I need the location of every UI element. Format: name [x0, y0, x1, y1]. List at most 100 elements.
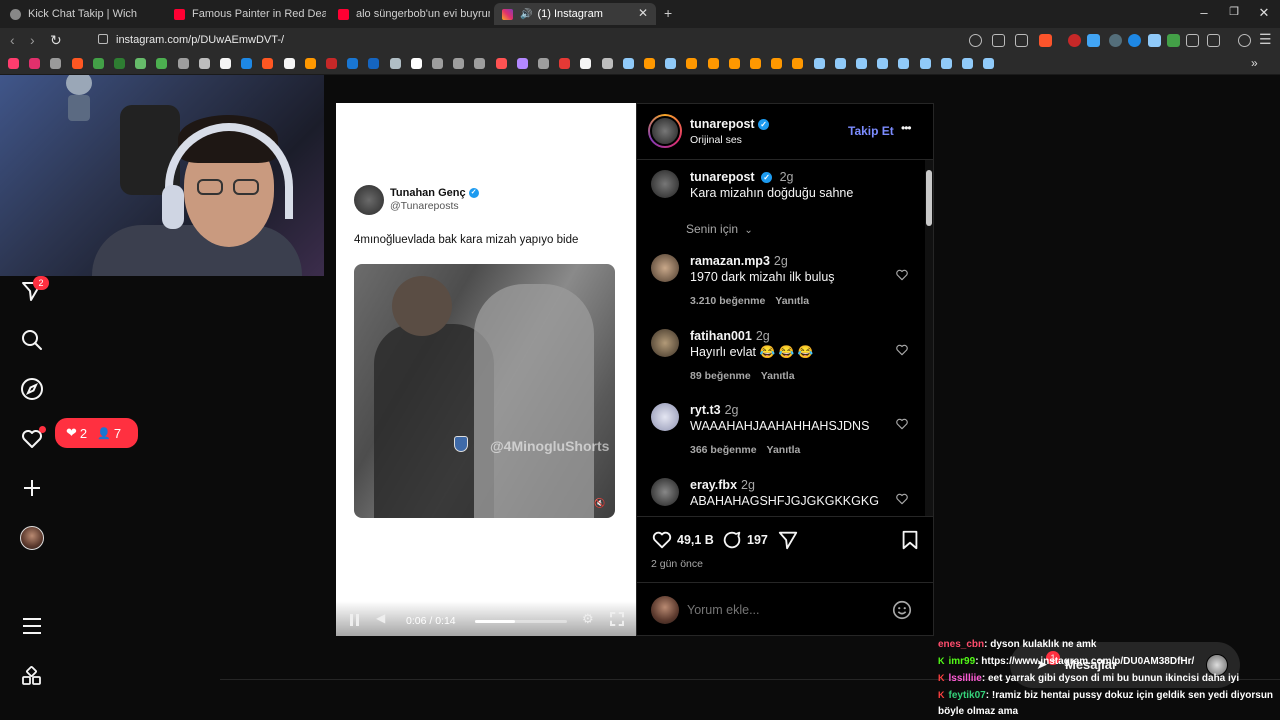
- minimize-button[interactable]: –: [1194, 5, 1214, 20]
- bookmark-favicon-icon[interactable]: [686, 58, 698, 69]
- scrollbar-thumb[interactable]: [926, 170, 932, 226]
- bookmark-favicon-icon[interactable]: [771, 58, 783, 69]
- site-info-icon[interactable]: [98, 34, 108, 44]
- comment-avatar[interactable]: [651, 478, 679, 506]
- menu-icon[interactable]: ☰: [1259, 31, 1272, 48]
- story-ring[interactable]: [648, 114, 682, 148]
- more-options-icon[interactable]: •••: [901, 121, 912, 135]
- bookmark-favicon-icon[interactable]: [707, 58, 719, 69]
- like-heart-icon[interactable]: [651, 529, 673, 551]
- reply-button[interactable]: Yanıtla: [767, 444, 801, 456]
- bookmark-favicon-icon[interactable]: [347, 58, 359, 69]
- search-icon[interactable]: [20, 328, 44, 352]
- extension-icon[interactable]: [1167, 34, 1180, 47]
- tab-famous-painter[interactable]: Famous Painter in Red Dead Redemp: [166, 3, 326, 25]
- audio-label[interactable]: Orijinal ses: [690, 134, 742, 146]
- zoom-icon[interactable]: [969, 34, 982, 47]
- more-bookmarks-icon[interactable]: »: [1251, 56, 1262, 70]
- bookmark-favicon-icon[interactable]: [728, 58, 740, 69]
- bookmark-favicon-icon[interactable]: [177, 58, 189, 69]
- extension-icon[interactable]: [1087, 34, 1100, 47]
- notification-bubble[interactable]: ❤ 2 👤 7: [55, 418, 138, 448]
- mute-icon[interactable]: 🔇: [594, 498, 605, 509]
- reload-icon[interactable]: ↻: [50, 32, 62, 49]
- save-bookmark-icon[interactable]: [899, 529, 921, 551]
- reply-button[interactable]: Yanıtla: [761, 370, 795, 382]
- url-field[interactable]: instagram.com/p/DUwAEmwDVT-/: [116, 34, 284, 46]
- bookmark-favicon-icon[interactable]: [856, 58, 867, 69]
- bookmark-favicon-icon[interactable]: [432, 58, 443, 69]
- comment-icon[interactable]: [721, 529, 743, 551]
- create-plus-icon[interactable]: [20, 476, 44, 500]
- extension-icon[interactable]: [1148, 34, 1161, 47]
- bookmark-favicon-icon[interactable]: [983, 58, 995, 69]
- bookmark-favicon-icon[interactable]: [92, 58, 104, 69]
- bookmark-favicon-icon[interactable]: [283, 58, 295, 69]
- reply-button[interactable]: Yanıtla: [775, 295, 809, 307]
- bookmark-favicon-icon[interactable]: [326, 58, 337, 69]
- bookmark-favicon-icon[interactable]: [962, 58, 973, 69]
- like-comment-heart-icon[interactable]: [895, 492, 909, 506]
- extension-icon[interactable]: [1068, 34, 1081, 47]
- media-icon[interactable]: [1238, 34, 1251, 47]
- comment-likes[interactable]: 89 beğenme: [690, 370, 751, 382]
- bookmark-favicon-icon[interactable]: [220, 58, 231, 69]
- back-icon[interactable]: ‹: [10, 32, 15, 48]
- bookmark-favicon-icon[interactable]: [622, 58, 634, 69]
- comment-username[interactable]: ramazan.mp3: [690, 254, 770, 268]
- bookmark-favicon-icon[interactable]: [410, 58, 422, 69]
- bookmark-favicon-icon[interactable]: [453, 58, 465, 69]
- more-menu-icon[interactable]: [20, 614, 44, 638]
- comments-count[interactable]: 197: [747, 533, 768, 547]
- emoji-icon[interactable]: [891, 599, 913, 621]
- bookmark-favicon-icon[interactable]: [241, 58, 253, 69]
- bookmark-favicon-icon[interactable]: [792, 58, 804, 69]
- comments-scrollbar[interactable]: [925, 160, 933, 516]
- video-progress-track[interactable]: [475, 620, 567, 623]
- comment-username[interactable]: eray.fbx: [690, 478, 737, 492]
- follow-button[interactable]: Takip Et: [848, 124, 894, 138]
- comment-input[interactable]: [687, 601, 877, 619]
- new-tab-button[interactable]: +: [664, 5, 672, 21]
- bookmark-favicon-icon[interactable]: [559, 58, 571, 69]
- tab-kick-chat[interactable]: Kick Chat Takip | Wich: [2, 3, 162, 25]
- bookmark-favicon-icon[interactable]: [198, 58, 210, 69]
- settings-icon[interactable]: ⚙: [582, 611, 594, 627]
- comment-likes[interactable]: 366 beğenme: [690, 444, 757, 456]
- bookmark-favicon-icon[interactable]: [834, 58, 846, 69]
- like-comment-heart-icon[interactable]: [895, 343, 909, 357]
- restore-button[interactable]: ❐: [1224, 5, 1244, 18]
- bookmark-favicon-icon[interactable]: [813, 58, 825, 69]
- profile-avatar[interactable]: [20, 526, 44, 550]
- extensions-puzzle-icon[interactable]: [1186, 34, 1199, 47]
- bookmark-favicon-icon[interactable]: [368, 58, 380, 69]
- bookmark-favicon-icon[interactable]: [135, 58, 147, 69]
- comment-username[interactable]: fatihan001: [690, 329, 752, 343]
- bookmark-favicon-icon[interactable]: [495, 58, 507, 69]
- bookmark-favicon-icon[interactable]: [940, 58, 952, 69]
- also-from-meta-icon[interactable]: [20, 665, 44, 689]
- bookmark-favicon-icon[interactable]: [8, 58, 19, 69]
- explore-icon[interactable]: [20, 377, 44, 401]
- comment-filter-dropdown[interactable]: Senin için ⌄: [686, 222, 753, 236]
- like-comment-heart-icon[interactable]: [895, 417, 909, 431]
- tab-alo-spongebob[interactable]: alo süngerbob'un evi buyrun - YouTu: [330, 3, 490, 25]
- brave-shield-icon[interactable]: [1039, 34, 1052, 47]
- bookmark-favicon-icon[interactable]: [516, 58, 528, 69]
- bookmark-favicon-icon[interactable]: [644, 58, 655, 69]
- bookmark-favicon-icon[interactable]: [750, 58, 761, 69]
- cast-icon[interactable]: [992, 34, 1005, 47]
- pause-icon[interactable]: [350, 614, 353, 626]
- extension-icon[interactable]: [1128, 34, 1141, 47]
- comment-avatar[interactable]: [651, 329, 679, 357]
- comment-username[interactable]: ryt.t3: [690, 403, 721, 417]
- bookmark-favicon-icon[interactable]: [538, 58, 549, 69]
- bookmark-favicon-icon[interactable]: [29, 58, 41, 69]
- sidebar-icon[interactable]: [1207, 34, 1220, 47]
- caption-avatar[interactable]: [651, 170, 679, 198]
- like-comment-heart-icon[interactable]: [895, 268, 909, 282]
- comment-avatar[interactable]: [651, 403, 679, 431]
- tab-instagram[interactable]: 🔊 (1) Instagram ✕: [494, 3, 656, 25]
- volume-icon[interactable]: ◀: [376, 611, 385, 625]
- bookmark-favicon-icon[interactable]: [474, 58, 486, 69]
